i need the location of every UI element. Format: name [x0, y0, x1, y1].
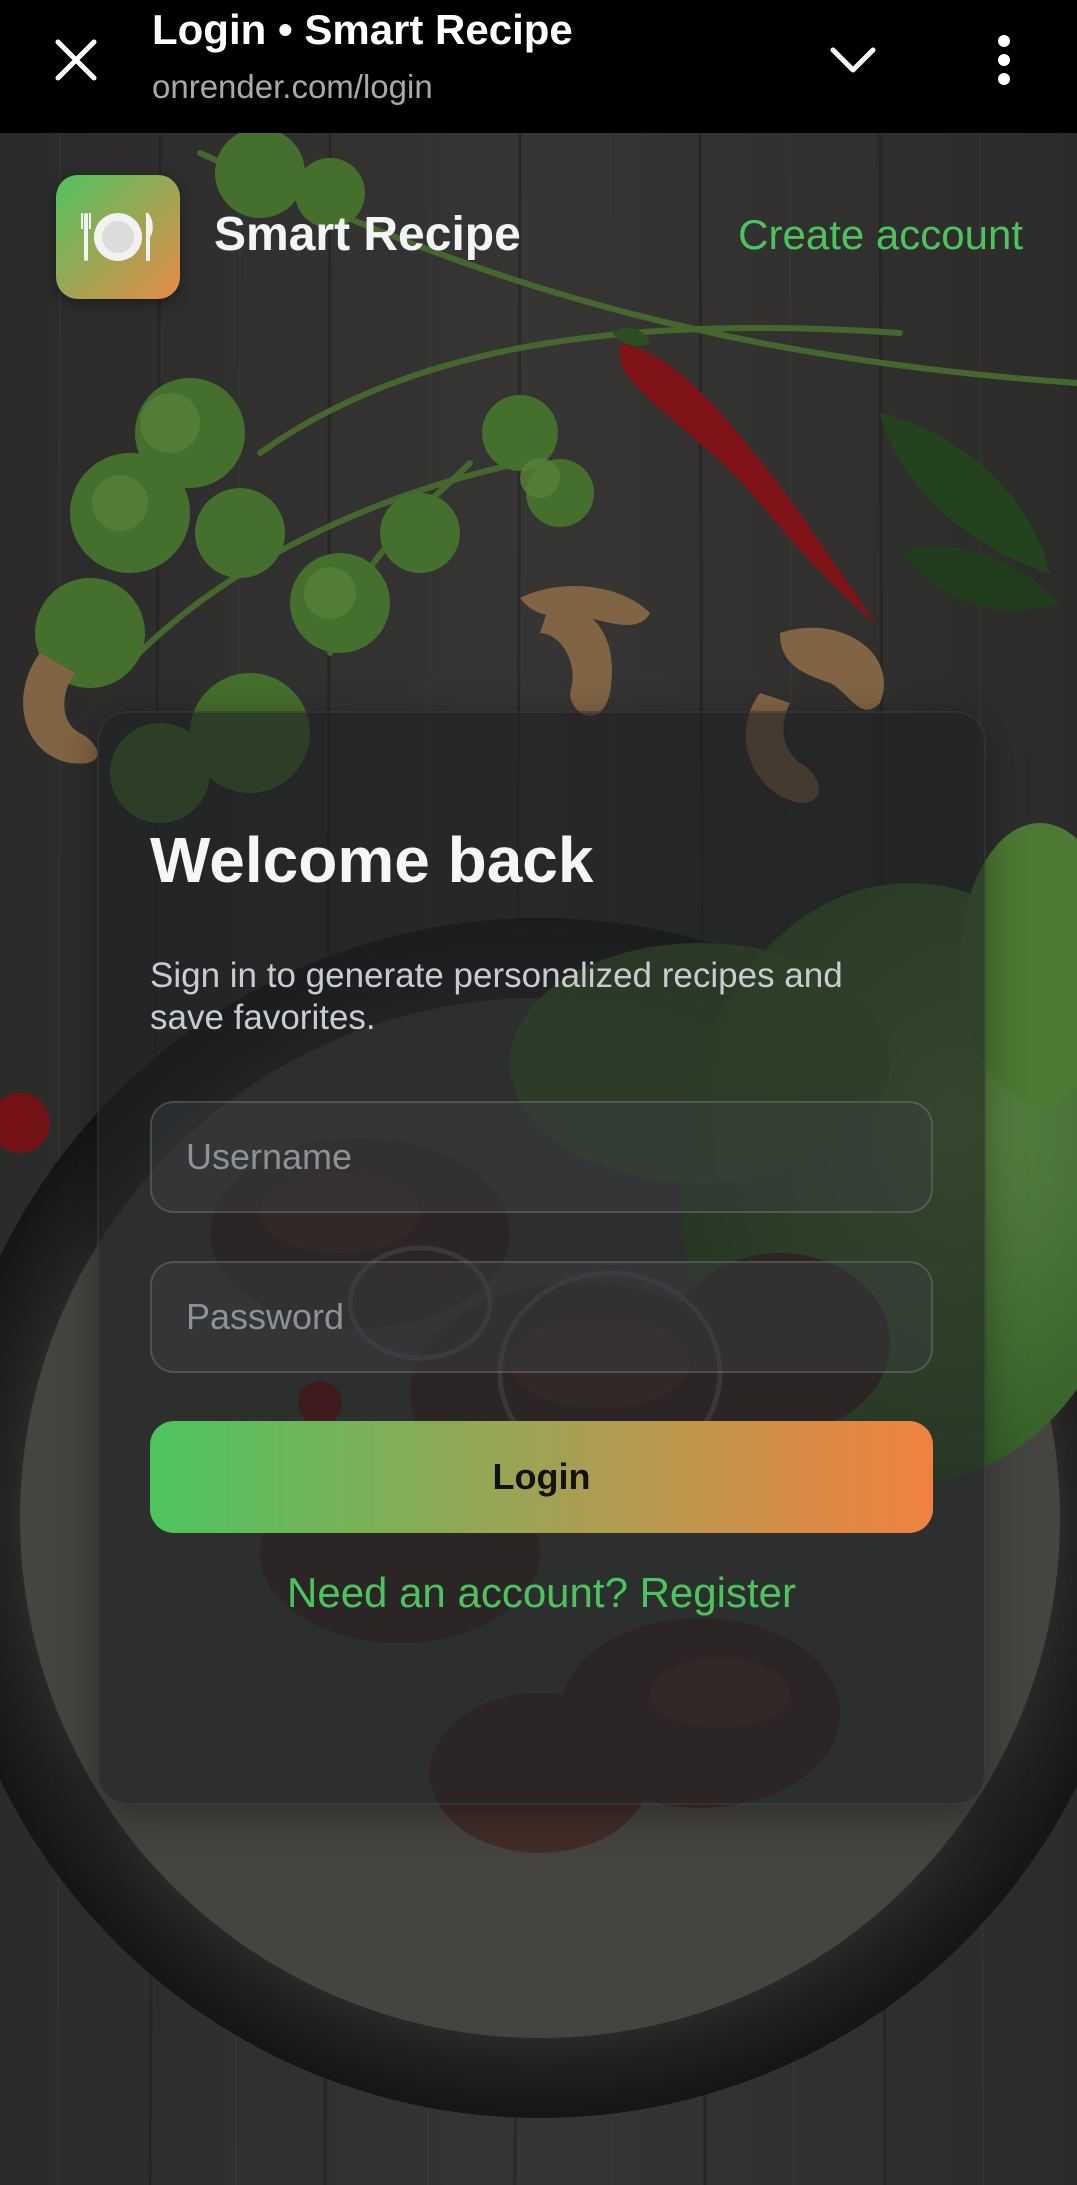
page-viewport: Smart Recipe Create account Welcome back…	[0, 133, 1077, 2185]
username-input[interactable]	[150, 1101, 933, 1213]
expand-button[interactable]	[815, 22, 891, 98]
card-subtitle: Sign in to generate personalized recipes…	[150, 956, 843, 1037]
chevron-down-icon	[830, 47, 876, 73]
close-tab-button[interactable]	[40, 24, 112, 96]
browser-toolbar: Login • Smart Recipe onrender.com/login	[0, 0, 1077, 133]
create-account-link[interactable]: Create account	[738, 211, 1023, 259]
app-header: Smart Recipe Create account	[0, 133, 1077, 299]
more-options-button[interactable]	[968, 22, 1040, 98]
page-title: Login • Smart Recipe	[152, 6, 573, 53]
card-title: Welcome back	[150, 824, 594, 896]
login-button[interactable]: Login	[150, 1421, 933, 1533]
app-logo[interactable]	[56, 175, 180, 299]
register-link[interactable]: Need an account? Register	[99, 1569, 984, 1617]
login-card: Welcome back Sign in to generate persona…	[97, 711, 986, 1805]
password-input[interactable]	[150, 1261, 933, 1373]
page-url[interactable]: onrender.com/login	[152, 68, 433, 106]
close-icon	[55, 39, 97, 81]
brand-name: Smart Recipe	[214, 208, 521, 261]
plate-cutlery-icon	[81, 213, 153, 261]
more-vert-icon	[998, 35, 1010, 85]
